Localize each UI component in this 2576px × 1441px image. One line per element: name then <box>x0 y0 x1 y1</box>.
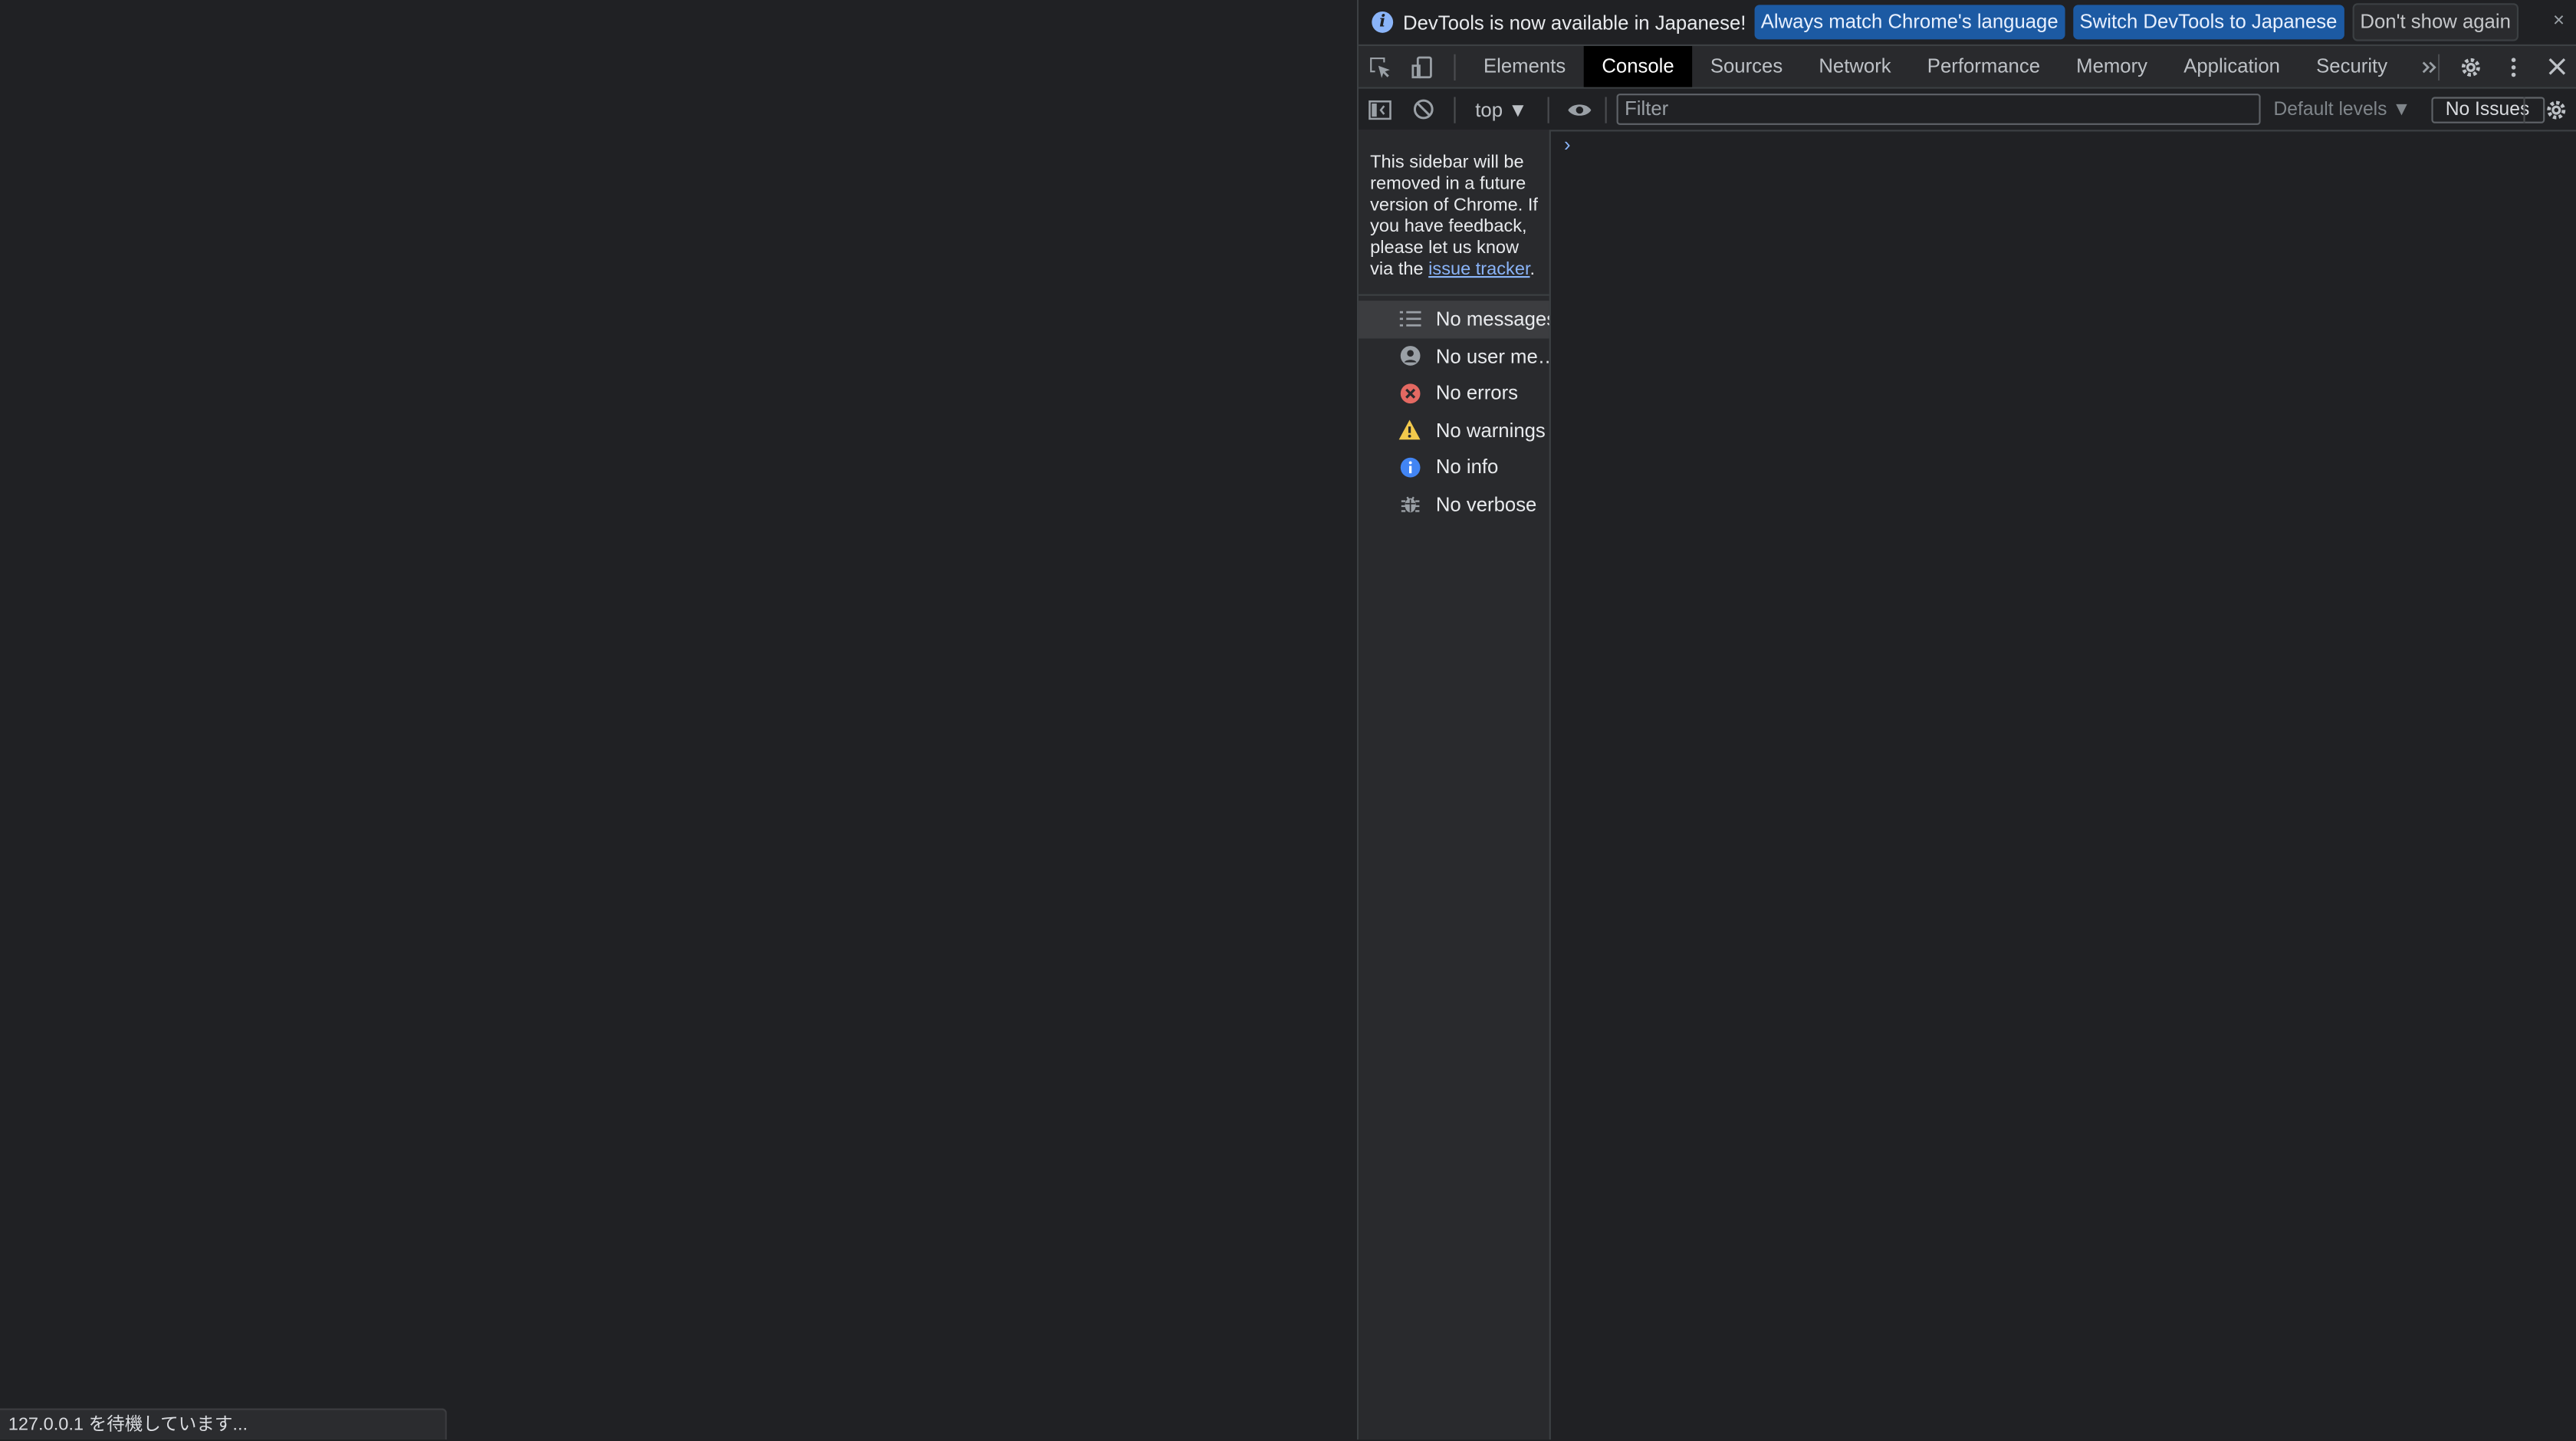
error-icon <box>1398 382 1421 405</box>
sidebar-item-verbose[interactable]: No verbose <box>1359 485 1549 522</box>
sidebar-item-label: No info <box>1435 456 1499 479</box>
divider <box>1605 96 1607 123</box>
divider <box>1547 96 1549 123</box>
divider <box>2523 96 2525 123</box>
divider <box>2438 53 2440 80</box>
inspect-element-icon[interactable] <box>1359 46 1401 87</box>
page-viewport: 127.0.0.1 を待機しています... <box>0 0 1357 1440</box>
kebab-menu-icon[interactable] <box>2492 46 2535 87</box>
status-bubble: 127.0.0.1 を待機しています... <box>0 1408 447 1440</box>
device-toolbar-icon[interactable] <box>1401 46 1444 87</box>
note-period: . <box>1530 259 1536 280</box>
console-body: This sidebar will be removed in a future… <box>1359 130 2576 1440</box>
console-settings-gear-icon[interactable] <box>2535 89 2576 130</box>
console-sidebar: This sidebar will be removed in a future… <box>1359 130 1551 1440</box>
context-selector[interactable]: top ▼ <box>1465 97 1537 120</box>
sidebar-item-info[interactable]: No info <box>1359 449 1549 485</box>
tab-performance[interactable]: Performance <box>1909 46 2058 87</box>
info-icon: i <box>1372 12 1394 33</box>
tab-console[interactable]: Console <box>1583 46 1693 87</box>
sidebar-item-warnings[interactable]: No warnings <box>1359 412 1549 449</box>
list-icon <box>1398 308 1421 331</box>
issue-tracker-link[interactable]: issue tracker <box>1428 260 1530 280</box>
sidebar-item-errors[interactable]: No errors <box>1359 375 1549 412</box>
divider <box>1454 96 1456 123</box>
user-icon <box>1398 344 1421 367</box>
tab-sources[interactable]: Sources <box>1692 46 1800 87</box>
sidebar-toggle-icon[interactable] <box>1359 89 1401 130</box>
sidebar-item-label: No user me… <box>1435 344 1549 368</box>
sidebar-item-label: No warnings <box>1435 418 1546 442</box>
infobar-message: DevTools is now available in Japanese! <box>1403 10 1746 34</box>
tab-memory[interactable]: Memory <box>2058 46 2166 87</box>
sidebar-item-user-messages[interactable]: No user me… <box>1359 337 1549 374</box>
dont-show-again-button[interactable]: Don't show again <box>2351 3 2519 41</box>
sidebar-item-label: No verbose <box>1435 492 1537 516</box>
close-icon[interactable]: × <box>2553 8 2564 31</box>
live-expression-eye-icon[interactable] <box>1559 89 1602 130</box>
divider <box>1454 53 1456 80</box>
switch-to-japanese-button[interactable]: Switch DevTools to Japanese <box>2072 5 2344 40</box>
tab-security[interactable]: Security <box>2298 46 2406 87</box>
sidebar-deprecation-note: This sidebar will be removed in a future… <box>1359 130 1549 296</box>
bug-icon <box>1398 492 1421 515</box>
tab-application[interactable]: Application <box>2166 46 2298 87</box>
sidebar-item-label: No errors <box>1435 381 1519 405</box>
sidebar-item-label: No messages <box>1435 308 1549 331</box>
log-levels-dropdown[interactable]: Default levels ▼ <box>2274 100 2411 120</box>
settings-gear-icon[interactable] <box>2450 46 2492 87</box>
console-prompt-chevron[interactable]: › <box>1564 133 1571 156</box>
tab-elements[interactable]: Elements <box>1465 46 1583 87</box>
sidebar-item-messages[interactable]: No messages <box>1359 301 1549 338</box>
sidebar-list: No messages No user me… No errors No war… <box>1359 301 1549 522</box>
devtools-panel: i DevTools is now available in Japanese!… <box>1357 0 2576 1440</box>
clear-console-icon[interactable] <box>1401 89 1444 130</box>
filter-input[interactable]: Filter <box>1616 94 2261 125</box>
warning-icon <box>1398 419 1421 442</box>
panel-tabbar: Elements Console Sources Network Perform… <box>1359 46 2576 89</box>
console-toolbar: top ▼ Filter Default levels ▼ No Issues <box>1359 88 2576 132</box>
close-devtools-icon[interactable] <box>2535 46 2576 87</box>
tab-network[interactable]: Network <box>1801 46 1909 87</box>
always-match-language-button[interactable]: Always match Chrome's language <box>1754 5 2065 40</box>
info-icon <box>1398 456 1421 479</box>
language-infobar: i DevTools is now available in Japanese!… <box>1359 0 2576 46</box>
